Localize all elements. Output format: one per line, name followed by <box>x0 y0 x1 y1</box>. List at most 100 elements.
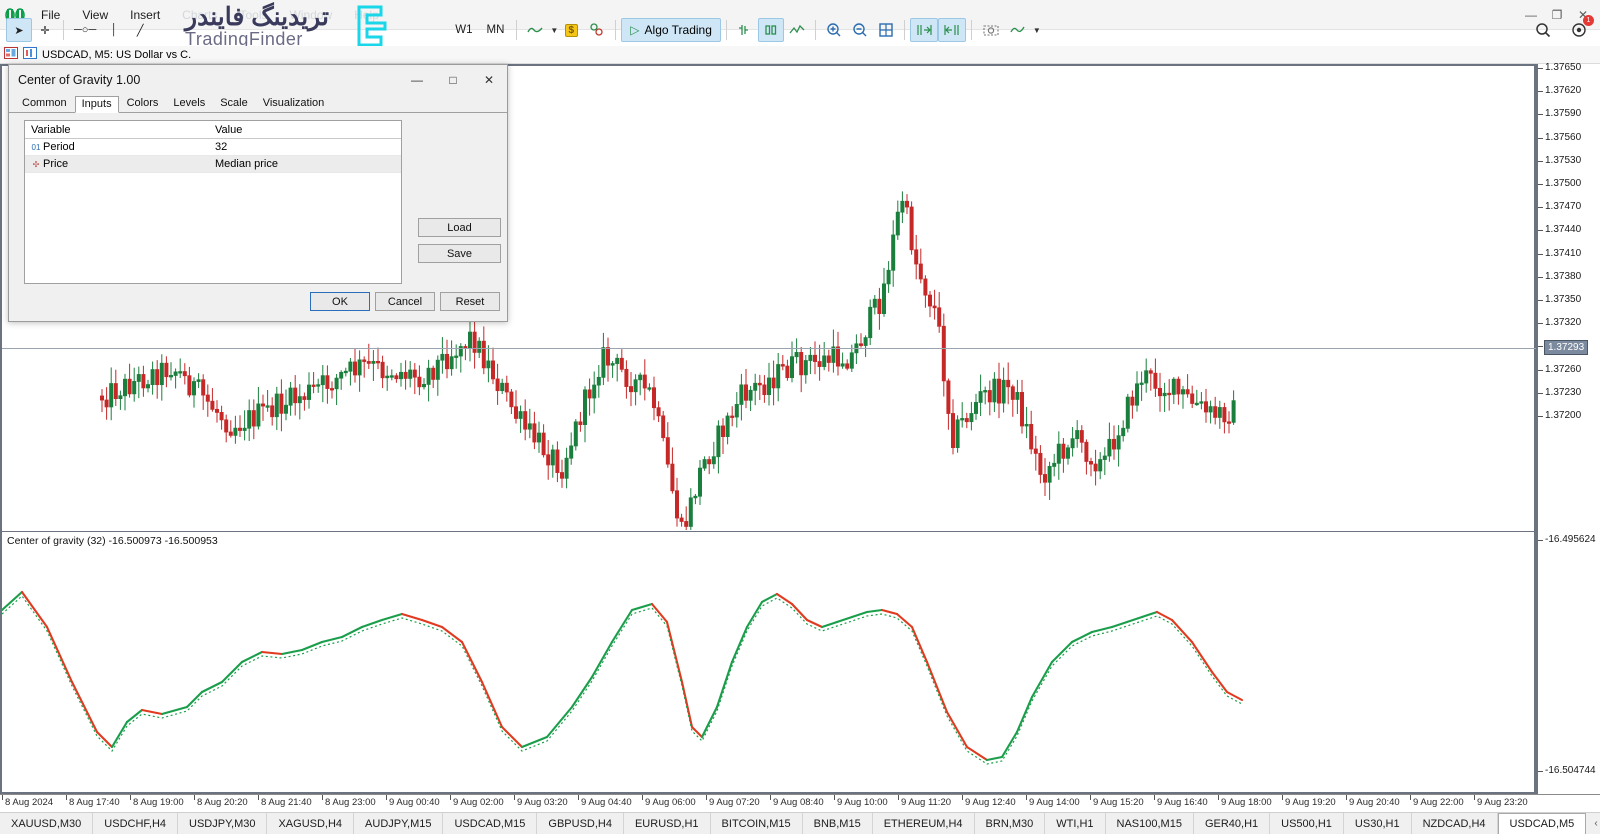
price-tick-label: 1.37230 <box>1545 387 1581 398</box>
save-button[interactable]: Save <box>418 244 501 263</box>
tab-prev-icon[interactable]: ‹ <box>1594 818 1597 829</box>
dollar-icon[interactable]: $ <box>558 18 584 42</box>
cursor-icon[interactable]: ➤ <box>6 18 32 42</box>
notifications-icon[interactable]: 1 <box>1566 18 1592 42</box>
chart-tab[interactable]: AUDJPY,M15 <box>354 813 443 834</box>
screenshot-icon[interactable] <box>977 18 1005 42</box>
time-label: 9 Aug 00:40 <box>389 797 440 808</box>
price-tick <box>1538 254 1543 255</box>
tab-scale[interactable]: Scale <box>213 95 255 112</box>
time-tick <box>1154 795 1155 800</box>
dialog-minimize-icon[interactable]: — <box>399 65 435 95</box>
price-tick-label: 1.37590 <box>1545 108 1581 119</box>
time-tick <box>194 795 195 800</box>
price-tick-label: 1.37380 <box>1545 271 1581 282</box>
notification-badge: 1 <box>1583 15 1594 26</box>
indicators-icon[interactable] <box>1005 18 1031 42</box>
shift-left-icon[interactable] <box>938 18 966 42</box>
tab-visualization[interactable]: Visualization <box>256 95 332 112</box>
objects-icon[interactable] <box>584 18 610 42</box>
grid-view-icon[interactable] <box>4 47 18 62</box>
chart-tab[interactable]: EURUSD,H1 <box>624 813 711 834</box>
price-tick <box>1538 370 1543 371</box>
chevron-down-icon[interactable]: ▼ <box>550 26 558 35</box>
chart-tab[interactable]: BNB,M15 <box>803 813 873 834</box>
indicator-tick-label-top: -16.495624 <box>1545 534 1596 545</box>
dialog-maximize-icon[interactable]: □ <box>435 65 471 95</box>
chart-tab[interactable]: XAGUSD,H4 <box>267 813 354 834</box>
timeframe-w1[interactable]: W1 <box>448 18 479 42</box>
time-tick <box>1090 795 1091 800</box>
grid-header-variable: Variable <box>25 124 211 136</box>
horizontal-line-icon[interactable]: ─○─ <box>69 18 101 42</box>
chart-tab[interactable]: BITCOIN,M15 <box>711 813 803 834</box>
tab-inputs[interactable]: Inputs <box>75 96 119 113</box>
load-button[interactable]: Load <box>418 218 501 237</box>
price-tick <box>1538 138 1543 139</box>
current-price-badge: 1.37293 <box>1544 340 1588 355</box>
chart-tab-bar[interactable]: XAUUSD,M30USDCHF,H4USDJPY,M30XAGUSD,H4AU… <box>0 812 1600 834</box>
time-tick <box>962 795 963 800</box>
chart-tab[interactable]: BRN,M30 <box>975 813 1046 834</box>
shift-right-icon[interactable] <box>910 18 938 42</box>
tab-colors[interactable]: Colors <box>120 95 166 112</box>
chart-tab[interactable]: NAS100,M15 <box>1106 813 1194 834</box>
row-value-price[interactable]: Median price <box>211 158 278 170</box>
chart-tab[interactable]: US30,H1 <box>1344 813 1412 834</box>
price-tick <box>1538 393 1543 394</box>
inputs-grid[interactable]: Variable Value 01 Period 32 ✣ Price Medi… <box>24 120 402 284</box>
ok-button[interactable]: OK <box>310 292 370 311</box>
time-label: 8 Aug 20:20 <box>197 797 248 808</box>
crosshair-icon[interactable]: ✛ <box>32 18 58 42</box>
chart-tab[interactable]: GBPUSD,H4 <box>537 813 624 834</box>
row-value-period[interactable]: 32 <box>211 141 227 153</box>
bar-chart-icon[interactable] <box>732 18 758 42</box>
grid-header-value: Value <box>211 124 242 136</box>
chart-tab[interactable]: ETHEREUM,H4 <box>873 813 975 834</box>
cancel-button[interactable]: Cancel <box>375 292 435 311</box>
price-tick <box>1538 114 1543 115</box>
chart-tab[interactable]: USDCAD,M15 <box>443 813 537 834</box>
chart-window-icon[interactable] <box>23 47 37 62</box>
grid-icon[interactable] <box>873 18 899 42</box>
dialog-close-icon[interactable]: ✕ <box>471 65 507 95</box>
price-scale[interactable]: 1.376501.376201.375901.375601.375301.375… <box>1536 64 1600 794</box>
dialog-tab-strip: Common Inputs Colors Levels Scale Visual… <box>9 95 507 113</box>
algo-trading-button[interactable]: ▷ Algo Trading <box>621 18 721 42</box>
timeframe-mn[interactable]: MN <box>479 18 511 42</box>
reset-button[interactable]: Reset <box>440 292 500 311</box>
price-tick <box>1538 68 1543 69</box>
chart-tab[interactable]: USDJPY,M30 <box>178 813 267 834</box>
chart-tab[interactable]: WTI,H1 <box>1045 813 1105 834</box>
toolbar-right-group: 1 <box>1530 14 1592 46</box>
time-label: 9 Aug 02:00 <box>453 797 504 808</box>
line-chart-icon[interactable] <box>522 18 548 42</box>
chart-tab[interactable]: XAUUSD,M30 <box>0 813 93 834</box>
vertical-line-icon[interactable]: │ <box>101 18 127 42</box>
chart-tab[interactable]: USDCHF,H4 <box>93 813 178 834</box>
candlestick-icon[interactable] <box>758 18 784 42</box>
chart-tab[interactable]: USDCAD,M5 <box>1498 813 1587 834</box>
tab-levels[interactable]: Levels <box>166 95 212 112</box>
chart-tab[interactable]: US500,H1 <box>1270 813 1344 834</box>
time-tick <box>1026 795 1027 800</box>
search-icon[interactable] <box>1530 18 1556 42</box>
tab-common[interactable]: Common <box>15 95 74 112</box>
time-label: 8 Aug 19:00 <box>133 797 184 808</box>
time-tick <box>1346 795 1347 800</box>
indicator-pane[interactable]: Center of gravity (32) -16.500973 -16.50… <box>0 532 1536 794</box>
chart-tab[interactable]: GER40,H1 <box>1194 813 1270 834</box>
trendline-icon[interactable]: ╱ <box>127 18 153 42</box>
indicator-properties-dialog[interactable]: Center of Gravity 1.00 — □ ✕ Common Inpu… <box>8 64 508 322</box>
zoom-out-icon[interactable] <box>847 18 873 42</box>
zoom-in-icon[interactable] <box>821 18 847 42</box>
line-mode-icon[interactable] <box>784 18 810 42</box>
chevron-down-icon[interactable]: ▼ <box>1033 26 1041 35</box>
table-row[interactable]: 01 Period 32 <box>25 139 401 156</box>
main-toolbar: ➤ ✛ ─○─ │ ╱ W1 MN ▼ $ ▷ Algo Trading <box>0 14 1600 46</box>
table-row[interactable]: ✣ Price Median price <box>25 156 401 173</box>
time-label: 9 Aug 12:40 <box>965 797 1016 808</box>
indicator-tick <box>1538 771 1543 772</box>
chart-tab[interactable]: NZDCAD,H4 <box>1412 813 1498 834</box>
time-axis[interactable]: 8 Aug 20248 Aug 17:408 Aug 19:008 Aug 20… <box>0 794 1600 812</box>
